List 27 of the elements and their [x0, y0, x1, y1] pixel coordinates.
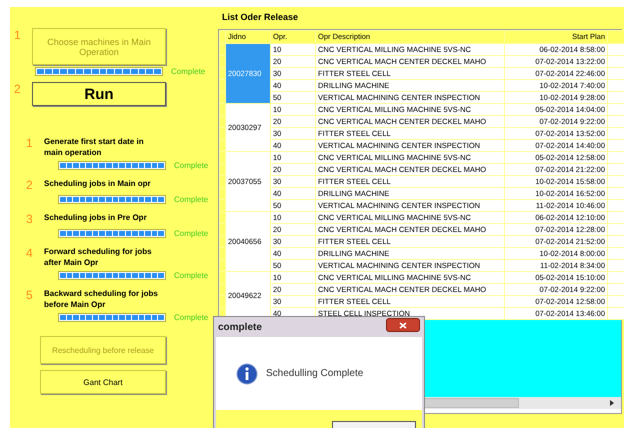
scroll-right-icon[interactable] — [609, 399, 615, 407]
dialog-title: complete — [218, 322, 262, 332]
action-button[interactable]: Gant Chart — [40, 370, 166, 394]
step-number: 2 — [13, 82, 22, 96]
info-icon — [236, 362, 258, 384]
status-text: Complete — [174, 313, 208, 322]
status-text: Complete — [174, 271, 208, 280]
dialog-message: Schedulling Complete — [266, 368, 364, 379]
status-text: Complete — [174, 229, 208, 238]
step-button[interactable]: Run — [32, 82, 166, 106]
close-button[interactable] — [386, 318, 420, 332]
status-text: Complete — [174, 161, 208, 170]
step-label: Scheduling jobs in Pre Opr — [44, 212, 148, 223]
step-label: Forward scheduling for jobs after Main Opr — [44, 246, 153, 268]
step-number: 3 — [25, 212, 34, 226]
step-label: Generate first start date in main operation — [44, 136, 145, 158]
status-text: Complete — [171, 67, 206, 76]
list-title: List Oder Release — [221, 11, 300, 24]
close-icon[interactable] — [399, 322, 407, 328]
step-number: 4 — [25, 246, 34, 260]
step-number: 1 — [13, 28, 22, 42]
status-text: Complete — [174, 195, 208, 204]
step-number: 1 — [25, 136, 34, 150]
step-label: Backward scheduling for jobs before Main Opr — [44, 288, 159, 310]
step-label: Scheduling jobs in Main opr — [44, 178, 152, 189]
step-number: 2 — [25, 178, 34, 192]
step-number: 5 — [25, 288, 34, 302]
